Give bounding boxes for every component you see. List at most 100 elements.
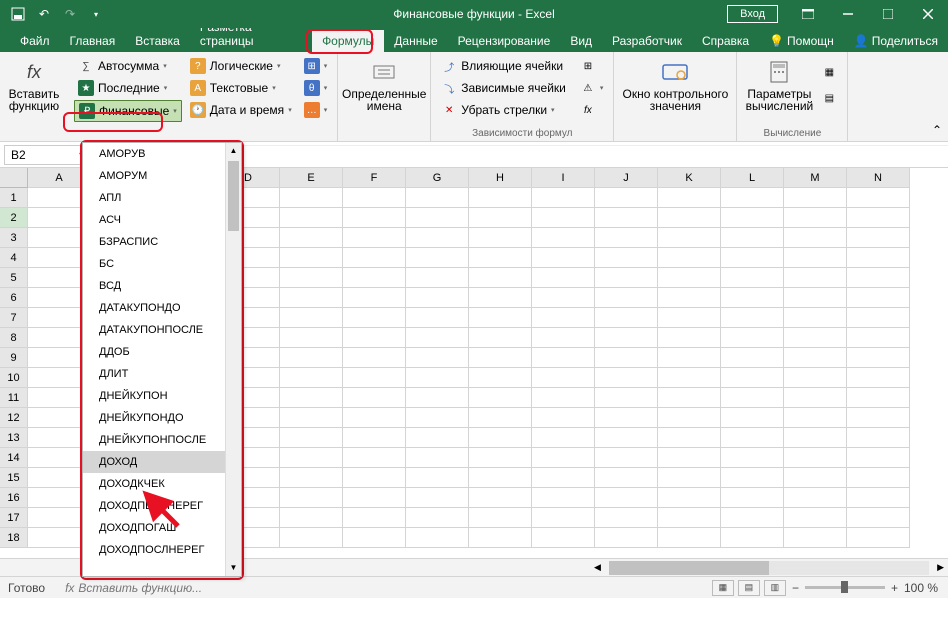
cell[interactable]	[721, 208, 784, 228]
view-pagebreak-button[interactable]: ▥	[764, 580, 786, 596]
tab-data[interactable]: Данные	[384, 30, 447, 52]
cell[interactable]	[343, 268, 406, 288]
cell[interactable]	[532, 388, 595, 408]
dropdown-scrollbar[interactable]: ▲ ▼	[225, 143, 241, 576]
zoom-out-button[interactable]: −	[792, 581, 799, 595]
cell[interactable]	[658, 428, 721, 448]
cell[interactable]	[532, 308, 595, 328]
tab-developer[interactable]: Разработчик	[602, 30, 692, 52]
cell[interactable]	[343, 408, 406, 428]
cell[interactable]	[595, 528, 658, 548]
row-header[interactable]: 14	[0, 448, 28, 468]
cell[interactable]	[847, 328, 910, 348]
cell[interactable]	[280, 348, 343, 368]
cell[interactable]	[406, 248, 469, 268]
cell[interactable]	[595, 508, 658, 528]
cell[interactable]	[469, 488, 532, 508]
cell[interactable]	[406, 288, 469, 308]
cell[interactable]	[280, 528, 343, 548]
cell[interactable]	[658, 308, 721, 328]
row-header[interactable]: 3	[0, 228, 28, 248]
cell[interactable]	[343, 528, 406, 548]
cell[interactable]	[847, 508, 910, 528]
defined-names-button[interactable]: Определенные имена	[344, 56, 424, 114]
cell[interactable]	[406, 268, 469, 288]
cell[interactable]	[343, 448, 406, 468]
tab-insert[interactable]: Вставка	[125, 30, 190, 52]
cell[interactable]	[658, 228, 721, 248]
cell[interactable]	[280, 508, 343, 528]
cell[interactable]	[343, 188, 406, 208]
col-header[interactable]: E	[280, 168, 343, 188]
cell[interactable]	[784, 428, 847, 448]
cell[interactable]	[469, 408, 532, 428]
cell[interactable]	[595, 408, 658, 428]
cell[interactable]	[532, 508, 595, 528]
cell[interactable]	[595, 228, 658, 248]
cell[interactable]	[469, 388, 532, 408]
cell[interactable]	[721, 248, 784, 268]
tab-formulas[interactable]: Формулы	[312, 30, 384, 52]
row-header[interactable]: 18	[0, 528, 28, 548]
cell[interactable]	[406, 428, 469, 448]
cell[interactable]	[406, 408, 469, 428]
tab-view[interactable]: Вид	[560, 30, 602, 52]
cell[interactable]	[658, 528, 721, 548]
view-normal-button[interactable]: ▦	[712, 580, 734, 596]
cell[interactable]	[280, 428, 343, 448]
minimize-icon[interactable]	[828, 0, 868, 28]
cell[interactable]	[532, 528, 595, 548]
cell[interactable]	[406, 348, 469, 368]
cell[interactable]	[658, 408, 721, 428]
row-header[interactable]: 9	[0, 348, 28, 368]
cell[interactable]	[406, 328, 469, 348]
cell[interactable]	[847, 528, 910, 548]
cell[interactable]	[280, 388, 343, 408]
insert-function-button[interactable]: fx Вставить функцию	[6, 56, 62, 114]
remove-arrows-button[interactable]: ✕Убрать стрелки▾	[437, 100, 570, 120]
cell[interactable]	[658, 348, 721, 368]
cell[interactable]	[406, 188, 469, 208]
cell[interactable]	[595, 488, 658, 508]
row-header[interactable]: 8	[0, 328, 28, 348]
cell[interactable]	[280, 248, 343, 268]
cell[interactable]	[469, 448, 532, 468]
row-header[interactable]: 6	[0, 288, 28, 308]
cell[interactable]	[343, 468, 406, 488]
error-check-button[interactable]: ⚠▾	[576, 78, 608, 98]
tab-help[interactable]: Справка	[692, 30, 759, 52]
dropdown-item[interactable]: ДОХОДПОСЛНЕРЕГ	[83, 539, 241, 561]
row-header[interactable]: 15	[0, 468, 28, 488]
cell[interactable]	[847, 348, 910, 368]
cell[interactable]	[658, 268, 721, 288]
cell[interactable]	[595, 308, 658, 328]
cell[interactable]	[721, 328, 784, 348]
name-box[interactable]: B2 ▾	[4, 145, 86, 165]
cell[interactable]	[784, 328, 847, 348]
cell[interactable]	[784, 508, 847, 528]
cell[interactable]	[847, 268, 910, 288]
cell[interactable]	[784, 448, 847, 468]
recent-button[interactable]: ★Последние▾	[74, 78, 182, 98]
cell[interactable]	[343, 208, 406, 228]
scroll-up-icon[interactable]: ▲	[226, 143, 241, 159]
cell[interactable]	[784, 288, 847, 308]
cell[interactable]	[847, 428, 910, 448]
cell[interactable]	[532, 348, 595, 368]
cell[interactable]	[280, 328, 343, 348]
cell[interactable]	[280, 288, 343, 308]
cell[interactable]	[847, 408, 910, 428]
col-header[interactable]: F	[343, 168, 406, 188]
cell[interactable]	[343, 428, 406, 448]
cell[interactable]	[721, 268, 784, 288]
cell[interactable]	[469, 208, 532, 228]
cell[interactable]	[406, 308, 469, 328]
cell[interactable]	[532, 448, 595, 468]
col-header[interactable]: J	[595, 168, 658, 188]
cell[interactable]	[658, 468, 721, 488]
cell[interactable]	[469, 188, 532, 208]
cell[interactable]	[343, 348, 406, 368]
dropdown-item[interactable]: ДЛИТ	[83, 363, 241, 385]
dropdown-item[interactable]: ДАТАКУПОНПОСЛЕ	[83, 319, 241, 341]
cell[interactable]	[721, 228, 784, 248]
